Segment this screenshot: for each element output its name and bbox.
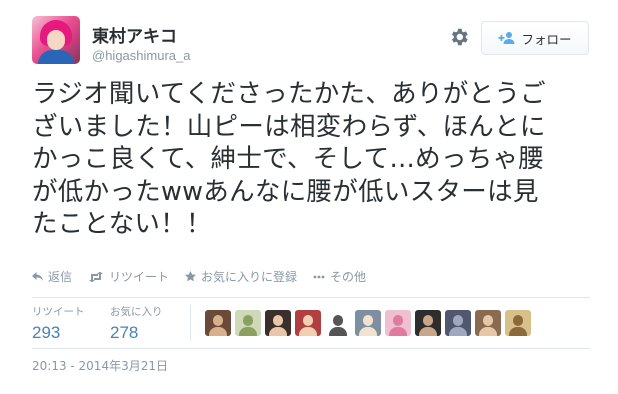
- add-user-icon: [498, 31, 516, 45]
- tweet-text-line: かっこ良くて、紳士で、そして…めっちゃ腰: [32, 144, 545, 174]
- favorite-stat[interactable]: お気に入り 278: [110, 304, 163, 343]
- tweet-text-line: が低かったwwあんなに腰が低いスターは見: [32, 176, 539, 207]
- reply-icon: [32, 271, 43, 281]
- more-button[interactable]: その他: [313, 268, 366, 285]
- favoriter-avatars: [205, 310, 531, 336]
- more-icon: [313, 275, 325, 278]
- tweet-text: ラジオ聞いてくださったかた、ありがとうご ざいました！山ピーは相変わらず、ほんと…: [32, 78, 592, 241]
- favoriter-avatar[interactable]: [265, 310, 291, 336]
- tweet-timestamp[interactable]: 20:13 - 2014年3月21日: [32, 357, 168, 374]
- retweet-count: 293: [32, 323, 61, 342]
- favoriter-avatar[interactable]: [355, 310, 381, 336]
- favoriter-avatar[interactable]: [505, 310, 531, 336]
- favoriter-avatar[interactable]: [475, 310, 501, 336]
- tweet-text-line: ラジオ聞いてくださったかた、ありがとうご: [32, 79, 546, 109]
- tweet-card: 東村アキコ @higashimura_a フォロー ラジオ聞いてくださったかた、…: [0, 0, 618, 394]
- follow-button-label: フォロー: [521, 31, 572, 47]
- favoriter-avatar[interactable]: [235, 310, 261, 336]
- user-handle[interactable]: @higashimura_a: [92, 48, 190, 63]
- stat-separator: [190, 305, 191, 341]
- reply-label: 返信: [48, 270, 73, 284]
- retweet-icon: [89, 271, 104, 282]
- tweet-text-line: ざいました！山ピーは相変わらず、ほんとに: [32, 111, 546, 142]
- gear-icon[interactable]: [448, 26, 470, 48]
- favoriter-avatar[interactable]: [205, 310, 231, 336]
- retweet-stat[interactable]: リツイート 293: [32, 304, 85, 343]
- divider: [32, 297, 590, 298]
- avatar-face: [47, 30, 65, 50]
- follow-button[interactable]: フォロー: [481, 21, 589, 55]
- favoriter-avatar[interactable]: [295, 310, 321, 336]
- retweet-button[interactable]: リツイート: [88, 268, 169, 285]
- retweet-label: リツイート: [109, 270, 170, 284]
- divider: [32, 348, 590, 349]
- star-icon: [185, 271, 197, 282]
- retweet-stat-label: リツイート: [32, 306, 85, 318]
- favorite-stat-label: お気に入り: [110, 306, 163, 318]
- favorite-count: 278: [110, 323, 139, 342]
- user-avatar[interactable]: [32, 16, 80, 64]
- favoriter-avatar[interactable]: [385, 310, 411, 336]
- reply-button[interactable]: 返信: [32, 268, 72, 285]
- tweet-text-line: たことない！！: [32, 209, 212, 239]
- avatar-body: [38, 50, 74, 64]
- favorite-button[interactable]: お気に入りに登録: [185, 268, 297, 285]
- tweet-actions: 返信 リツイート お気に入りに登録 その他: [32, 268, 382, 285]
- favoriter-avatar[interactable]: [445, 310, 471, 336]
- more-label: その他: [330, 270, 367, 284]
- favoriter-avatar[interactable]: [415, 310, 441, 336]
- favorite-label: お気に入りに登録: [201, 270, 298, 284]
- favoriter-avatar[interactable]: [325, 310, 351, 336]
- display-name[interactable]: 東村アキコ: [92, 22, 177, 47]
